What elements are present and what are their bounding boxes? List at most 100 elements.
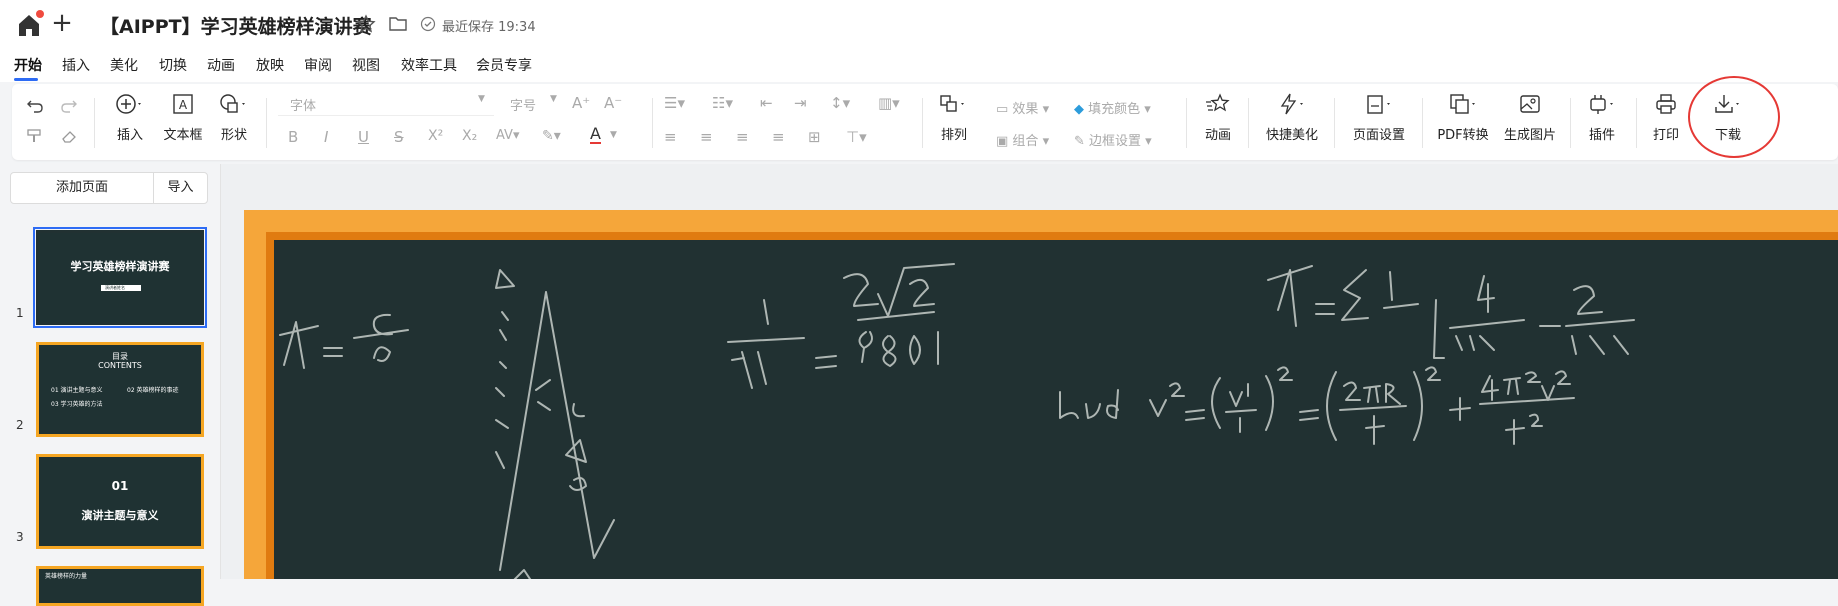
- document-title[interactable]: 【AIPPT】学习英雄榜样演讲赛: [100, 12, 372, 39]
- separator: [1422, 98, 1423, 148]
- chevron-down-icon: ▼: [478, 94, 485, 104]
- font-family-select[interactable]: 字体 ▼: [278, 92, 494, 116]
- quick-beautify-button[interactable]: 快捷美化: [1260, 92, 1324, 143]
- fill-color-button[interactable]: ◆ 填充颜色 ▾: [1074, 98, 1151, 117]
- arrange-icon: [940, 95, 964, 112]
- underline-icon[interactable]: U: [358, 128, 369, 146]
- arrange-button[interactable]: 排列: [934, 92, 974, 143]
- shape-icon: [220, 94, 245, 113]
- star-icon[interactable]: [356, 14, 376, 34]
- group-button[interactable]: ▣ 组合 ▾: [996, 130, 1049, 149]
- outdent-icon[interactable]: ⇤: [760, 94, 773, 112]
- shape-button[interactable]: 形状: [214, 92, 254, 143]
- thumb-toc-item: 01 演讲主题与意义: [51, 387, 103, 394]
- pdf-convert-label: PDF转换: [1437, 128, 1489, 143]
- slide-thumbnail[interactable]: 学习英雄榜样演讲赛 演讲者姓名: [33, 227, 207, 328]
- format-painter-icon[interactable]: [26, 128, 44, 148]
- border-label: 边框设置: [1089, 134, 1142, 149]
- slide-thumbnail[interactable]: 英雄榜样的力量: [36, 566, 204, 606]
- undo-icon[interactable]: [26, 98, 44, 118]
- chevron-down-icon: ▼: [550, 94, 557, 104]
- generate-image-button[interactable]: 生成图片: [1500, 92, 1560, 143]
- slide-blackboard[interactable]: [274, 240, 1838, 579]
- numbered-list-icon[interactable]: ☷▾: [712, 94, 733, 112]
- page-setup-button[interactable]: 页面设置: [1346, 92, 1412, 143]
- increase-font-icon[interactable]: A⁺: [572, 94, 590, 112]
- slide-thumbnail-panel: 添加页面 导入 1 学习英雄榜样演讲赛 演讲者姓名 2 目录 CONTENTS …: [0, 164, 220, 606]
- font-size-select[interactable]: 字号 ▼: [502, 92, 564, 116]
- decrease-font-icon[interactable]: A⁻: [604, 94, 622, 112]
- plugin-label: 插件: [1588, 128, 1615, 143]
- tab-slideshow[interactable]: 放映: [256, 55, 284, 75]
- separator: [94, 98, 95, 148]
- separator: [1186, 98, 1187, 148]
- ribbon-tabs: 开始 插入 美化 切换 动画 放映 审阅 视图 效率工具 会员专享: [0, 48, 1838, 82]
- line-spacing-icon[interactable]: ↕▾: [830, 94, 850, 112]
- vertical-align-icon[interactable]: ⊤▾: [846, 128, 867, 146]
- bold-icon[interactable]: B: [288, 128, 298, 146]
- border-setting-button[interactable]: ✎ 边框设置 ▾: [1074, 130, 1152, 149]
- thumb-subtitle: 演讲者姓名: [105, 285, 125, 290]
- size-placeholder: 字号: [510, 99, 537, 114]
- textbox-button[interactable]: A 文本框: [160, 92, 206, 143]
- tab-insert[interactable]: 插入: [62, 55, 90, 75]
- highlight-icon[interactable]: ✎▾: [542, 128, 561, 144]
- add-page-button[interactable]: 添加页面: [10, 172, 154, 204]
- distribute-icon[interactable]: ⊞: [808, 128, 821, 146]
- tab-view[interactable]: 视图: [352, 55, 380, 75]
- tab-efficiency-tools[interactable]: 效率工具: [401, 55, 457, 75]
- slide-thumbnail[interactable]: 目录 CONTENTS 01 演讲主题与意义 02 英雄榜样的事迹 03 学习英…: [36, 342, 204, 437]
- justify-icon[interactable]: ≡: [772, 128, 785, 146]
- columns-icon[interactable]: ▥▾: [878, 94, 900, 112]
- insert-button[interactable]: 插入: [108, 92, 152, 143]
- superscript-icon[interactable]: X²: [428, 128, 443, 144]
- page-setup-label: 页面设置: [1352, 128, 1405, 143]
- save-status: 最近保存 19:34: [442, 20, 536, 35]
- insert-label: 插入: [116, 128, 143, 143]
- import-button[interactable]: 导入: [153, 172, 208, 204]
- shape-label: 形状: [220, 128, 247, 143]
- new-tab-icon[interactable]: +: [50, 10, 74, 36]
- tab-review[interactable]: 审阅: [304, 55, 332, 75]
- separator: [1570, 98, 1571, 148]
- tab-transition[interactable]: 切换: [159, 55, 187, 75]
- subscript-icon[interactable]: X₂: [462, 128, 477, 144]
- folder-icon[interactable]: [388, 15, 408, 33]
- thumb-toc-item: 02 英雄榜样的事迹: [127, 387, 179, 394]
- italic-icon[interactable]: I: [324, 128, 328, 146]
- redo-icon[interactable]: [60, 98, 78, 118]
- align-left-icon[interactable]: ≡: [664, 128, 677, 146]
- strikethrough-icon[interactable]: S: [394, 128, 404, 146]
- tab-home[interactable]: 开始: [14, 55, 42, 75]
- animation-button[interactable]: 动画: [1198, 92, 1238, 143]
- eraser-icon[interactable]: [60, 128, 78, 148]
- char-spacing-icon[interactable]: AV▾: [496, 128, 519, 143]
- bullet-list-icon[interactable]: ☰▾: [664, 94, 685, 112]
- pdf-convert-button[interactable]: PDF转换: [1432, 92, 1494, 143]
- font-placeholder: 字体: [290, 99, 317, 114]
- thumb-title: 01: [111, 479, 129, 493]
- align-center-icon[interactable]: ≡: [700, 128, 713, 146]
- plugin-button[interactable]: 插件: [1582, 92, 1622, 143]
- slide-thumbnail[interactable]: 01 演讲主题与意义: [36, 454, 204, 549]
- effect-button[interactable]: ▭ 效果 ▾: [996, 98, 1049, 117]
- chalk-formulas-drawing: [279, 263, 1635, 579]
- tab-member[interactable]: 会员专享: [476, 55, 532, 75]
- tab-beautify[interactable]: 美化: [110, 55, 138, 75]
- thumb-number: 1: [16, 306, 24, 320]
- chevron-down-icon: ▼: [610, 130, 617, 140]
- plug-icon: [1590, 95, 1613, 114]
- font-color-icon[interactable]: A: [590, 126, 601, 144]
- plus-circle-icon: [116, 94, 141, 114]
- indent-icon[interactable]: ⇥: [794, 94, 807, 112]
- highlight-circle: [1688, 76, 1780, 158]
- separator: [652, 98, 653, 148]
- quick-beautify-label: 快捷美化: [1265, 128, 1318, 143]
- separator: [1248, 98, 1249, 148]
- tab-animation[interactable]: 动画: [207, 55, 235, 75]
- align-right-icon[interactable]: ≡: [736, 128, 749, 146]
- print-button[interactable]: 打印: [1648, 92, 1684, 143]
- pdf-convert-icon: [1450, 94, 1475, 114]
- thumb-subtitle: 演讲主题与意义: [81, 509, 159, 522]
- thumb-number: 2: [16, 418, 24, 432]
